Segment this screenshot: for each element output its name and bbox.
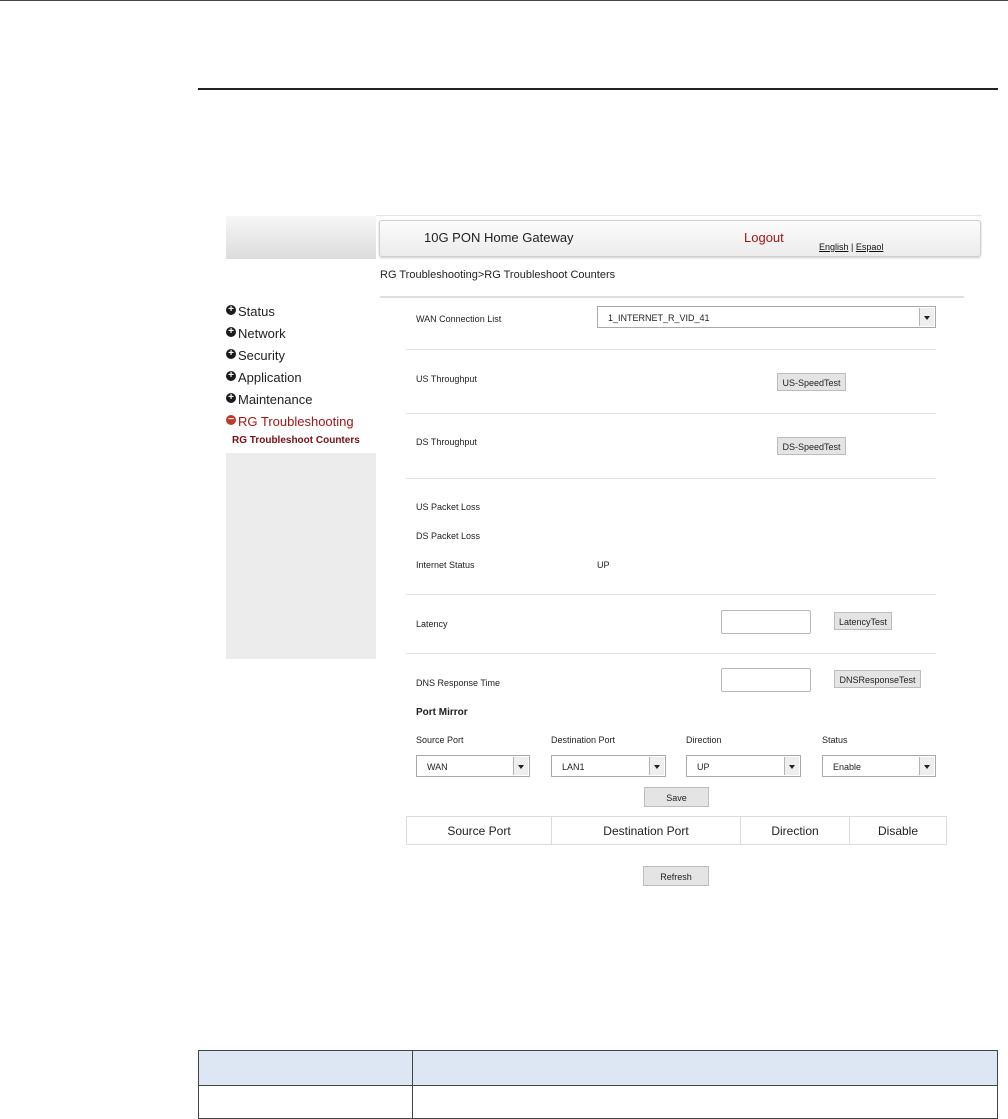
- sidebar-item-rg-troubleshooting[interactable]: − RG Troubleshooting: [226, 410, 376, 432]
- sidebar-nav: + Status + Network + Security + Applicat…: [226, 300, 376, 432]
- expand-plus-icon: +: [226, 392, 236, 403]
- sidebar-item-application[interactable]: + Application: [226, 366, 376, 388]
- status-value: Enable: [833, 762, 862, 772]
- table-cell: [198, 1050, 413, 1086]
- divider: [406, 413, 936, 414]
- expand-plus-icon: +: [226, 326, 236, 337]
- sidebar-item-label: Security: [238, 347, 285, 363]
- expand-plus-icon: +: [226, 370, 236, 381]
- divider: [406, 349, 936, 350]
- collapse-minus-icon: −: [226, 414, 236, 425]
- sidebar-item-label: Network: [238, 325, 286, 341]
- dns-response-input[interactable]: [721, 668, 811, 692]
- latency-input[interactable]: [721, 610, 811, 634]
- table-cell: [198, 1085, 413, 1119]
- latency-label: Latency: [416, 619, 448, 629]
- us-speedtest-button[interactable]: US-SpeedTest: [777, 373, 846, 391]
- source-port-value: WAN: [427, 762, 448, 772]
- sidebar-item-label: RG Troubleshooting: [238, 413, 354, 429]
- sidebar-item-network[interactable]: + Network: [226, 322, 376, 344]
- chevron-down-icon: [784, 757, 799, 775]
- sidebar-header: [226, 216, 376, 259]
- language-switch: English | Espaol: [819, 242, 883, 252]
- expand-plus-icon: +: [226, 304, 236, 315]
- refresh-button[interactable]: Refresh: [643, 866, 709, 886]
- document-table: [198, 1050, 998, 1119]
- internet-status-value: UP: [597, 560, 610, 570]
- table-row: [198, 1085, 998, 1119]
- column-header: Direction: [740, 816, 850, 845]
- table-header-row: Source Port Destination Port Direction D…: [406, 816, 947, 845]
- us-packet-loss-label: US Packet Loss: [416, 502, 481, 512]
- sidebar-item-maintenance[interactable]: + Maintenance: [226, 388, 376, 410]
- port-mirror-table: Source Port Destination Port Direction D…: [406, 816, 947, 845]
- logout-link[interactable]: Logout: [744, 230, 784, 245]
- destination-port-value: LAN1: [562, 762, 585, 772]
- page-top-line: [0, 0, 1008, 1]
- breadcrumb: RG Troubleshooting>RG Troubleshoot Count…: [380, 269, 616, 281]
- direction-label: Direction: [686, 735, 722, 745]
- ds-speedtest-button[interactable]: DS-SpeedTest: [777, 437, 846, 455]
- sidebar-subitem-rg-troubleshoot-counters[interactable]: RG Troubleshoot Counters: [232, 435, 360, 446]
- header-edge: [376, 215, 982, 216]
- status-select[interactable]: Enable: [822, 755, 936, 777]
- source-port-select[interactable]: WAN: [416, 755, 530, 777]
- wan-connection-value: 1_INTERNET_R_VID_41: [608, 313, 710, 323]
- language-separator: |: [848, 242, 856, 252]
- sidebar-item-label: Application: [238, 369, 302, 385]
- chevron-down-icon: [649, 757, 664, 775]
- expand-plus-icon: +: [226, 348, 236, 359]
- app-title: 10G PON Home Gateway: [424, 230, 574, 245]
- destination-port-select[interactable]: LAN1: [551, 755, 666, 777]
- sidebar-bottom: [226, 453, 376, 659]
- table-row: [198, 1050, 998, 1086]
- chevron-down-icon: [513, 757, 528, 775]
- chevron-down-icon: [919, 308, 934, 326]
- us-throughput-label: US Throughput: [416, 374, 477, 384]
- port-mirror-title: Port Mirror: [416, 707, 468, 718]
- breadcrumb-divider: [380, 296, 964, 298]
- column-header: Source Port: [406, 816, 552, 845]
- dns-response-test-button[interactable]: DNSResponseTest: [834, 670, 921, 688]
- direction-value: UP: [697, 762, 710, 772]
- page-rule: [198, 88, 998, 90]
- column-header: Destination Port: [551, 816, 741, 845]
- ds-packet-loss-label: DS Packet Loss: [416, 531, 481, 541]
- status-label: Status: [822, 735, 848, 745]
- ds-throughput-label: DS Throughput: [416, 437, 477, 447]
- latency-test-button[interactable]: LatencyTest: [834, 612, 892, 630]
- sidebar-item-label: Maintenance: [238, 391, 313, 407]
- divider: [406, 478, 936, 479]
- direction-select[interactable]: UP: [686, 755, 801, 777]
- divider: [406, 653, 936, 654]
- column-header: Disable: [849, 816, 947, 845]
- internet-status-label: Internet Status: [416, 560, 475, 570]
- chevron-down-icon: [919, 757, 934, 775]
- table-cell: [412, 1085, 998, 1119]
- divider: [406, 594, 936, 595]
- dns-response-label: DNS Response Time: [416, 678, 501, 688]
- sidebar-item-security[interactable]: + Security: [226, 344, 376, 366]
- sidebar-item-label: Status: [238, 303, 275, 319]
- destination-port-label: Destination Port: [551, 735, 616, 745]
- wan-connection-label: WAN Connection List: [416, 314, 502, 324]
- wan-connection-select[interactable]: 1_INTERNET_R_VID_41: [597, 306, 936, 328]
- source-port-label: Source Port: [416, 735, 464, 745]
- sidebar-item-status[interactable]: + Status: [226, 300, 376, 322]
- table-cell: [412, 1050, 998, 1086]
- save-button[interactable]: Save: [644, 787, 709, 807]
- language-spanish-link[interactable]: Espaol: [856, 242, 884, 252]
- language-english-link[interactable]: English: [819, 242, 849, 252]
